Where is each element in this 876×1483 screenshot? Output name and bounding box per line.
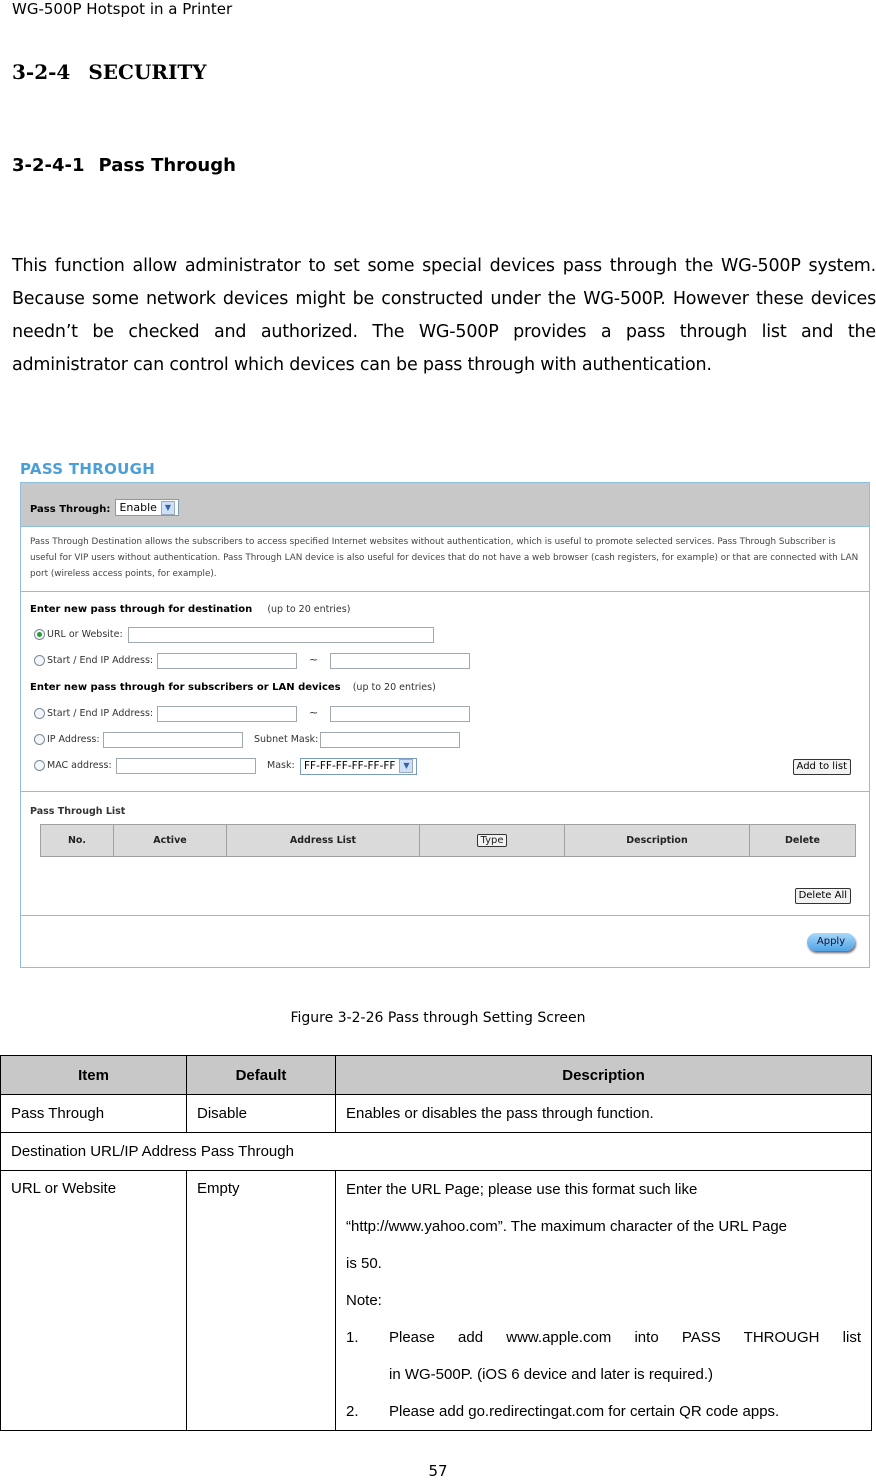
settings-frame: Pass Through: Enable ▼ Pass Through Desti… xyxy=(20,482,870,968)
section-title: SECURITY xyxy=(88,60,207,84)
note-item: 2. Please add go.redirectingat.com for c… xyxy=(346,1393,861,1430)
dest-start-ip-input[interactable] xyxy=(157,653,297,669)
section-heading: 3-2-4 SECURITY xyxy=(12,60,207,84)
description-section: Pass Through Destination allows the subs… xyxy=(21,527,869,592)
cell-group: Destination URL/IP Address Pass Through xyxy=(0,1132,872,1171)
mac-address-radio[interactable] xyxy=(34,760,45,771)
pass-through-list-table: No. Active Address List Type Description… xyxy=(40,824,856,857)
mask-label: Mask: xyxy=(267,760,295,771)
table-group-row: Destination URL/IP Address Pass Through xyxy=(0,1132,872,1171)
description-line: Enter the URL Page; please use this form… xyxy=(346,1181,698,1198)
note-label: Note: xyxy=(346,1292,382,1309)
url-radio[interactable] xyxy=(34,629,45,640)
mac-address-input[interactable] xyxy=(116,758,256,774)
col-active: Active xyxy=(113,824,227,857)
cell-item: Pass Through xyxy=(0,1094,187,1133)
delete-all-button[interactable]: Delete All xyxy=(794,888,851,904)
destination-heading-row: Enter new pass through for destination (… xyxy=(30,604,350,615)
col-description: Description xyxy=(564,824,750,857)
divider xyxy=(21,915,869,916)
chevron-down-icon: ▼ xyxy=(399,759,414,773)
sub-range-separator: ~ xyxy=(309,706,319,719)
subnet-mask-input[interactable] xyxy=(320,732,460,748)
url-label: URL or Website: xyxy=(47,629,123,640)
subsection-title: Pass Through xyxy=(98,155,236,176)
dest-range-separator: ~ xyxy=(309,653,319,666)
subsection-number: 3-2-4-1 xyxy=(12,155,85,176)
header-description: Description xyxy=(335,1055,872,1095)
description-text: Pass Through Destination allows the subs… xyxy=(30,537,859,579)
note-text: in WG-500P. (iOS 6 device and later is r… xyxy=(389,1366,714,1383)
col-delete: Delete xyxy=(749,824,856,857)
ip-address-input[interactable] xyxy=(103,732,243,748)
divider xyxy=(21,791,869,792)
header-default: Default xyxy=(186,1055,336,1095)
subsection-heading: 3-2-4-1 Pass Through xyxy=(12,155,236,176)
note-item: 1. Please add www.apple.com into PASS TH… xyxy=(346,1319,861,1356)
dest-end-ip-input[interactable] xyxy=(330,653,470,669)
sub-end-ip-input[interactable] xyxy=(330,706,470,722)
spec-header-row: Item Default Description xyxy=(0,1055,872,1095)
url-input[interactable] xyxy=(128,627,434,643)
ip-address-label: IP Address: xyxy=(47,734,100,745)
table-row: URL or Website Empty Enter the URL Page;… xyxy=(0,1170,872,1431)
pass-through-label: Pass Through: xyxy=(30,504,111,515)
mac-address-label: MAC address: xyxy=(47,760,112,771)
spec-table: Item Default Description Pass Through Di… xyxy=(0,1055,872,1431)
cell-description: Enter the URL Page; please use this form… xyxy=(335,1170,872,1431)
table-row: Pass Through Disable Enables or disables… xyxy=(0,1094,872,1133)
sub-ip-range-label: Start / End IP Address: xyxy=(47,708,154,719)
col-no: No. xyxy=(40,824,114,857)
screenshot-title: PASS THROUGH xyxy=(20,460,156,478)
subnet-mask-label: Subnet Mask: xyxy=(254,734,319,745)
cell-item: URL or Website xyxy=(0,1170,187,1431)
subscribers-limit: (up to 20 entries) xyxy=(352,682,436,693)
dest-ip-range-radio[interactable] xyxy=(34,655,45,666)
table-header-row: No. Active Address List Type Description… xyxy=(40,824,856,857)
pass-through-list-heading: Pass Through List xyxy=(30,806,126,817)
cell-description: Enables or disables the pass through fun… xyxy=(335,1094,872,1133)
intro-paragraph: This function allow administrator to set… xyxy=(12,256,876,375)
description-line: is 50. xyxy=(346,1255,382,1272)
pass-through-screenshot: PASS THROUGH Pass Through: Enable ▼ Pass … xyxy=(18,458,872,970)
pass-through-select[interactable]: Enable ▼ xyxy=(115,499,179,516)
destination-heading: Enter new pass through for destination xyxy=(30,604,253,615)
note-number: 1. xyxy=(346,1329,359,1346)
description-line: “http://www.yahoo.com”. The maximum char… xyxy=(346,1218,788,1235)
apply-button[interactable]: Apply xyxy=(807,933,855,951)
section-number: 3-2-4 xyxy=(12,60,71,84)
page-number: 57 xyxy=(428,1462,448,1480)
note-number: 2. xyxy=(346,1403,359,1420)
sub-start-ip-input[interactable] xyxy=(157,706,297,722)
sub-ip-range-radio[interactable] xyxy=(34,708,45,719)
chevron-down-icon: ▼ xyxy=(160,501,175,515)
col-type: Type xyxy=(419,824,565,857)
header-item: Item xyxy=(0,1055,187,1095)
note-text: Please add www.apple.com into PASS THROU… xyxy=(389,1329,861,1346)
subscribers-heading: Enter new pass through for subscribers o… xyxy=(30,682,341,693)
figure-caption: Figure 3-2-26 Pass through Setting Scree… xyxy=(290,1010,586,1026)
mask-select[interactable]: FF-FF-FF-FF-FF-FF ▼ xyxy=(300,758,418,775)
subscribers-heading-row: Enter new pass through for subscribers o… xyxy=(30,682,436,693)
destination-limit: (up to 20 entries) xyxy=(267,604,351,615)
type-sort-button[interactable]: Type xyxy=(476,834,508,847)
note-text: Please add go.redirectingat.com for cert… xyxy=(389,1403,780,1420)
pass-through-toggle-bar: Pass Through: Enable ▼ xyxy=(21,483,869,527)
running-header: WG-500P Hotspot in a Printer xyxy=(12,0,233,18)
ip-address-radio[interactable] xyxy=(34,734,45,745)
cell-default: Disable xyxy=(186,1094,336,1133)
dest-ip-range-label: Start / End IP Address: xyxy=(47,655,154,666)
col-address-list: Address List xyxy=(226,824,420,857)
note-item-continued: in WG-500P. (iOS 6 device and later is r… xyxy=(346,1356,861,1393)
cell-default: Empty xyxy=(186,1170,336,1431)
add-to-list-button[interactable]: Add to list xyxy=(792,759,851,775)
